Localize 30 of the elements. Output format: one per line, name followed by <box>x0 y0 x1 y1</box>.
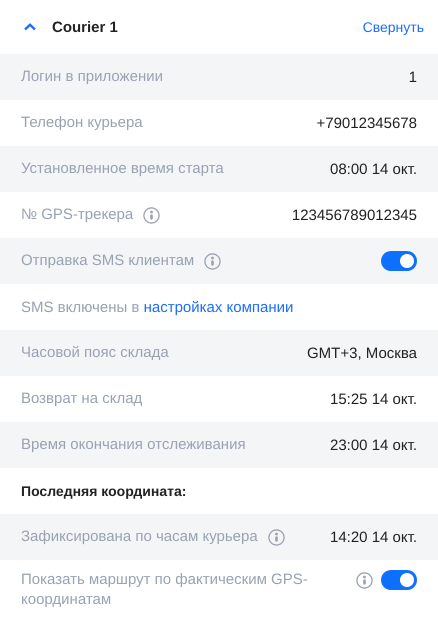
field-label: Отправка SMS клиентам <box>21 251 194 271</box>
field-label: № GPS-трекера <box>21 205 134 225</box>
field-label: Телефон курьера <box>21 113 143 133</box>
field-value: 23:00 14 окт. <box>330 436 417 454</box>
field-value: 1 <box>408 68 417 86</box>
field-label: Логин в приложении <box>21 67 163 87</box>
info-icon[interactable] <box>204 252 222 270</box>
field-label: Время окончания отслеживания <box>21 435 246 455</box>
collapse-link[interactable]: Свернуть <box>362 19 424 35</box>
field-label: Установленное время старта <box>21 159 224 179</box>
courier-title: Courier 1 <box>52 18 118 36</box>
note-text: SMS включены в настройках компании <box>21 298 294 316</box>
field-value: GMT+3, Москва <box>307 344 417 362</box>
settings-link[interactable]: настройках компании <box>144 298 294 316</box>
section-heading: Последняя координата: <box>21 483 186 499</box>
toggle-switch[interactable] <box>381 251 417 271</box>
field-value: 14:20 14 окт. <box>330 528 417 546</box>
field-label: Показать маршрут по фактическим GPS-координатам <box>21 570 309 610</box>
info-icon[interactable] <box>356 572 373 588</box>
field-label: Часовой пояс склада <box>21 343 169 363</box>
field-value: 08:00 14 окт. <box>330 160 417 178</box>
field-value: 123456789012345 <box>292 206 417 224</box>
field-label: Возврат на склад <box>21 389 142 409</box>
caret-icon[interactable] <box>24 23 36 31</box>
field-value: 15:25 14 окт. <box>330 390 417 408</box>
field-value: +79012345678 <box>316 114 417 132</box>
field-label: Зафиксирована по часам курьера <box>21 527 258 547</box>
info-icon[interactable] <box>143 206 160 224</box>
toggle-switch[interactable] <box>381 570 417 590</box>
info-icon[interactable] <box>268 528 285 546</box>
